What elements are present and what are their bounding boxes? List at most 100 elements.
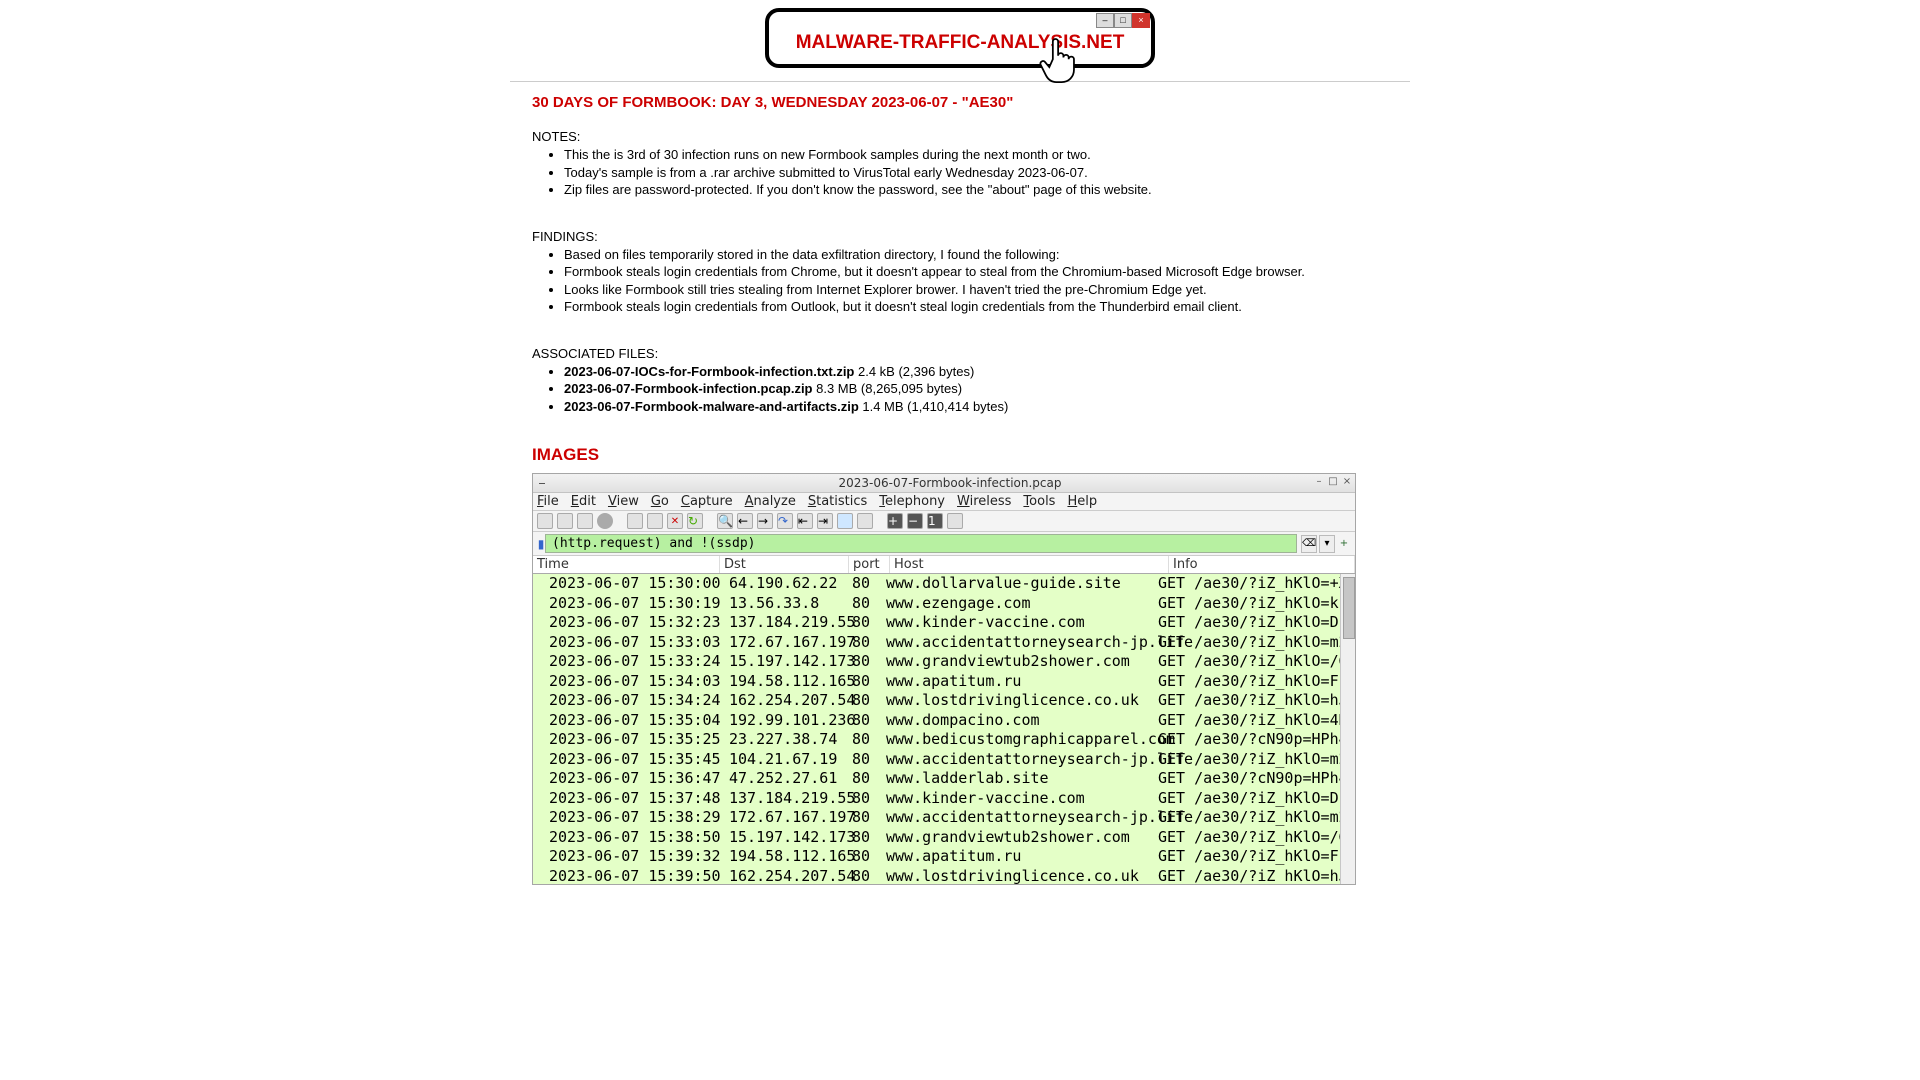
toolbar-icon bbox=[557, 513, 573, 529]
notes-item: This the is 3rd of 30 infection runs on … bbox=[564, 146, 1388, 164]
packet-row[interactable]: 2023-06-07 15:39:50162.254.207.5480www.l… bbox=[533, 867, 1355, 885]
findings-item: Looks like Formbook still tries stealing… bbox=[564, 281, 1388, 299]
scrollbar[interactable] bbox=[1340, 574, 1355, 884]
toolbar-icon bbox=[647, 513, 663, 529]
toolbar-icon: ↻ bbox=[687, 513, 703, 529]
menu-item[interactable]: Telephony bbox=[879, 494, 945, 509]
site-logo: – □ × MALWARE-TRAFFIC-ANALYSIS.NET bbox=[0, 0, 1920, 81]
menu-item[interactable]: Help bbox=[1067, 494, 1097, 509]
wireshark-titlebar: 2023-06-07-Formbook-infection.pcap – □ × bbox=[533, 474, 1355, 493]
wireshark-menu-bar: File Edit View Go Capture Analyze Statistics Te… bbox=[533, 493, 1355, 511]
packet-row[interactable]: 2023-06-07 15:34:03194.58.112.16580www.a… bbox=[533, 672, 1355, 692]
toolbar-icon: ↷ bbox=[777, 513, 793, 529]
menu-item[interactable]: Capture bbox=[681, 494, 733, 509]
ws-minimize-icon: – bbox=[1314, 476, 1324, 487]
packet-row[interactable]: 2023-06-07 15:30:1913.56.33.880www.ezeng… bbox=[533, 594, 1355, 614]
toolbar-icon: ✕ bbox=[667, 513, 683, 529]
packet-row[interactable]: 2023-06-07 15:35:45104.21.67.1980www.acc… bbox=[533, 750, 1355, 770]
file-link[interactable]: 2023-06-07-Formbook-malware-and-artifact… bbox=[564, 399, 859, 414]
wireshark-title-text: 2023-06-07-Formbook-infection.pcap bbox=[545, 476, 1355, 490]
file-link[interactable]: 2023-06-07-Formbook-infection.pcap.zip bbox=[564, 381, 813, 396]
column-header-host[interactable]: Host bbox=[890, 556, 1169, 573]
wireshark-packet-list: 2023-06-07 15:30:0064.190.62.2280www.dol… bbox=[533, 574, 1355, 884]
toolbar-icon bbox=[537, 513, 553, 529]
file-link[interactable]: 2023-06-07-IOCs-for-Formbook-infection.t… bbox=[564, 364, 854, 379]
toolbar-icon bbox=[597, 513, 613, 529]
packet-row[interactable]: 2023-06-07 15:34:24162.254.207.5480www.l… bbox=[533, 691, 1355, 711]
wireshark-columns-header: Time Dst port Host Info bbox=[533, 556, 1355, 574]
file-size: 2.4 kB (2,396 bytes) bbox=[854, 364, 974, 379]
toolbar-icon: − bbox=[907, 513, 923, 529]
toolbar-icon bbox=[857, 513, 873, 529]
menu-item[interactable]: Analyze bbox=[745, 494, 796, 509]
ws-maximize-icon: □ bbox=[1328, 476, 1338, 487]
cursor-hand-icon bbox=[1037, 36, 1081, 86]
notes-item: Zip files are password-protected. If you… bbox=[564, 181, 1388, 199]
toolbar-icon: ⇥ bbox=[817, 513, 833, 529]
menu-item[interactable]: Go bbox=[651, 494, 669, 509]
toolbar-icon bbox=[947, 513, 963, 529]
column-header-info[interactable]: Info bbox=[1169, 556, 1355, 573]
associated-files-label: ASSOCIATED FILES: bbox=[532, 346, 1388, 361]
wireshark-filter-bar: ▮ (http.request) and !(ssdp) ⌫ ▾ + bbox=[533, 532, 1355, 556]
toolbar-icon: ← bbox=[737, 513, 753, 529]
filter-dropdown-icon[interactable]: ▾ bbox=[1319, 535, 1335, 553]
toolbar-icon bbox=[577, 513, 593, 529]
logo-fake-titlebar: – □ × bbox=[1096, 13, 1150, 28]
file-size: 1.4 MB (1,410,414 bytes) bbox=[859, 399, 1009, 414]
packet-row[interactable]: 2023-06-07 15:38:29172.67.167.19780www.a… bbox=[533, 808, 1355, 828]
packet-row[interactable]: 2023-06-07 15:30:0064.190.62.2280www.dol… bbox=[533, 574, 1355, 594]
filter-clear-icon[interactable]: ⌫ bbox=[1301, 535, 1317, 553]
packet-row[interactable]: 2023-06-07 15:32:23137.184.219.5580www.k… bbox=[533, 613, 1355, 633]
files-list: 2023-06-07-IOCs-for-Formbook-infection.t… bbox=[532, 363, 1388, 416]
column-header-port[interactable]: port bbox=[849, 556, 890, 573]
wireshark-toolbar: ✕ ↻ 🔍 ← → ↷ ⇤ ⇥ + − 1 bbox=[533, 511, 1355, 532]
horizontal-rule bbox=[510, 81, 1410, 82]
findings-item: Formbook steals login credentials from C… bbox=[564, 263, 1388, 281]
menu-item[interactable]: Edit bbox=[571, 494, 596, 509]
packet-row[interactable]: 2023-06-07 15:39:32194.58.112.16580www.a… bbox=[533, 847, 1355, 867]
packet-row[interactable]: 2023-06-07 15:33:2415.197.142.17380www.g… bbox=[533, 652, 1355, 672]
findings-list: Based on files temporarily stored in the… bbox=[532, 246, 1388, 316]
ws-close-icon: × bbox=[1342, 476, 1352, 487]
notes-item: Today's sample is from a .rar archive su… bbox=[564, 164, 1388, 182]
menu-item[interactable]: View bbox=[608, 494, 639, 509]
menu-item[interactable]: File bbox=[537, 494, 559, 509]
toolbar-icon bbox=[627, 513, 643, 529]
wireshark-screenshot: 2023-06-07-Formbook-infection.pcap – □ ×… bbox=[532, 473, 1356, 885]
logo-text: MALWARE-TRAFFIC-ANALYSIS.NET bbox=[769, 32, 1151, 54]
close-icon: × bbox=[1132, 13, 1150, 28]
packet-row[interactable]: 2023-06-07 15:37:48137.184.219.5580www.k… bbox=[533, 789, 1355, 809]
file-item: 2023-06-07-Formbook-infection.pcap.zip 8… bbox=[564, 380, 1388, 398]
column-header-time[interactable]: Time bbox=[533, 556, 720, 573]
wireshark-filter-input[interactable]: (http.request) and !(ssdp) bbox=[545, 534, 1297, 553]
toolbar-icon: → bbox=[757, 513, 773, 529]
logo-frame[interactable]: – □ × MALWARE-TRAFFIC-ANALYSIS.NET bbox=[765, 8, 1155, 68]
toolbar-icon: 1 bbox=[927, 513, 943, 529]
images-heading: IMAGES bbox=[532, 445, 1388, 465]
minimize-icon: – bbox=[1096, 13, 1114, 28]
packet-row[interactable]: 2023-06-07 15:35:04192.99.101.23680www.d… bbox=[533, 711, 1355, 731]
packet-row[interactable]: 2023-06-07 15:36:4747.252.27.6180www.lad… bbox=[533, 769, 1355, 789]
toolbar-icon: + bbox=[887, 513, 903, 529]
notes-list: This the is 3rd of 30 infection runs on … bbox=[532, 146, 1388, 199]
toolbar-icon bbox=[837, 513, 853, 529]
file-size: 8.3 MB (8,265,095 bytes) bbox=[813, 381, 963, 396]
findings-label: FINDINGS: bbox=[532, 229, 1388, 244]
toolbar-icon: 🔍 bbox=[717, 513, 733, 529]
file-item: 2023-06-07-IOCs-for-Formbook-infection.t… bbox=[564, 363, 1388, 381]
filter-add-icon[interactable]: + bbox=[1337, 536, 1351, 552]
menu-item[interactable]: Tools bbox=[1023, 494, 1055, 509]
packet-row[interactable]: 2023-06-07 15:35:2523.227.38.7480www.bed… bbox=[533, 730, 1355, 750]
maximize-icon: □ bbox=[1114, 13, 1132, 28]
toolbar-icon: ⇤ bbox=[797, 513, 813, 529]
packet-row[interactable]: 2023-06-07 15:33:03172.67.167.19780www.a… bbox=[533, 633, 1355, 653]
notes-label: NOTES: bbox=[532, 129, 1388, 144]
findings-item: Formbook steals login credentials from O… bbox=[564, 298, 1388, 316]
column-header-dst[interactable]: Dst bbox=[720, 556, 849, 573]
menu-item[interactable]: Statistics bbox=[808, 494, 867, 509]
page-title: 30 DAYS OF FORMBOOK: DAY 3, WEDNESDAY 20… bbox=[532, 94, 1388, 111]
packet-row[interactable]: 2023-06-07 15:38:5015.197.142.17380www.g… bbox=[533, 828, 1355, 848]
file-item: 2023-06-07-Formbook-malware-and-artifact… bbox=[564, 398, 1388, 416]
menu-item[interactable]: Wireless bbox=[957, 494, 1011, 509]
